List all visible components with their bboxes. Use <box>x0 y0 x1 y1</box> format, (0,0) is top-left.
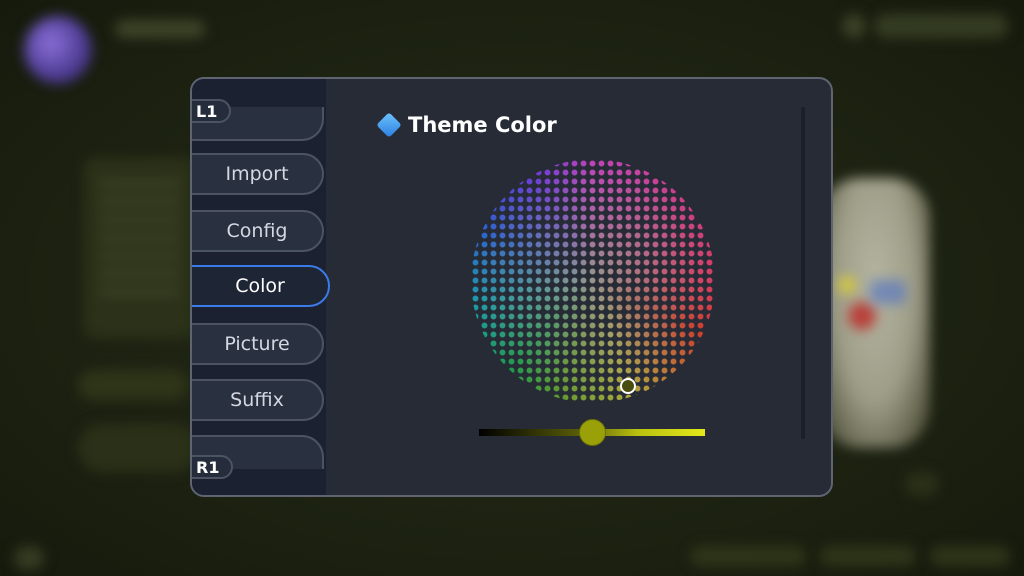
l1-shoulder-button[interactable]: L1 <box>192 99 232 123</box>
user-name-placeholder <box>115 20 205 38</box>
footer-icon <box>14 546 44 570</box>
sidebar-item-import[interactable]: Import <box>192 153 324 195</box>
color-wheel-cursor[interactable] <box>620 378 636 394</box>
sidebar-item-suffix[interactable]: Suffix <box>192 379 324 421</box>
sidebar-item-label: Suffix <box>230 389 284 411</box>
sidebar-item-picture[interactable]: Picture <box>192 323 324 365</box>
background-card-text <box>100 180 180 300</box>
color-wheel[interactable] <box>471 159 715 403</box>
gamepad-button-icon <box>848 302 876 330</box>
sidebar-item-config[interactable]: Config <box>192 210 324 252</box>
avatar-icon <box>24 16 92 84</box>
section-title: Theme Color <box>408 113 557 137</box>
background-row <box>78 370 188 400</box>
r1-shoulder-button[interactable]: R1 <box>192 455 234 479</box>
status-bar <box>874 14 1008 38</box>
scrollbar[interactable] <box>801 107 805 439</box>
footer-hint <box>690 546 806 566</box>
brightness-slider-thumb[interactable] <box>579 420 605 445</box>
sidebar-item-label: Picture <box>224 333 290 355</box>
background-badge <box>905 472 939 496</box>
status-icon <box>842 14 866 38</box>
settings-sidebar: Import Config Color Picture Suffix L1 R1 <box>192 79 330 495</box>
r1-label: R1 <box>196 457 220 477</box>
background-row <box>78 424 198 472</box>
diamond-icon <box>376 112 402 138</box>
section-header: Theme Color <box>376 112 557 138</box>
sidebar-item-label: Config <box>226 220 288 242</box>
sidebar-item-label: Color <box>235 275 285 297</box>
gamepad-button-icon <box>870 280 906 304</box>
gamepad-button-icon <box>838 276 856 294</box>
theme-settings-dialog: Import Config Color Picture Suffix L1 R1… <box>190 77 833 497</box>
l1-label: L1 <box>196 101 218 121</box>
footer-hint <box>930 546 1010 566</box>
sidebar-item-color[interactable]: Color <box>192 265 330 307</box>
sidebar-item-label: Import <box>225 163 289 185</box>
footer-hint <box>820 546 916 566</box>
